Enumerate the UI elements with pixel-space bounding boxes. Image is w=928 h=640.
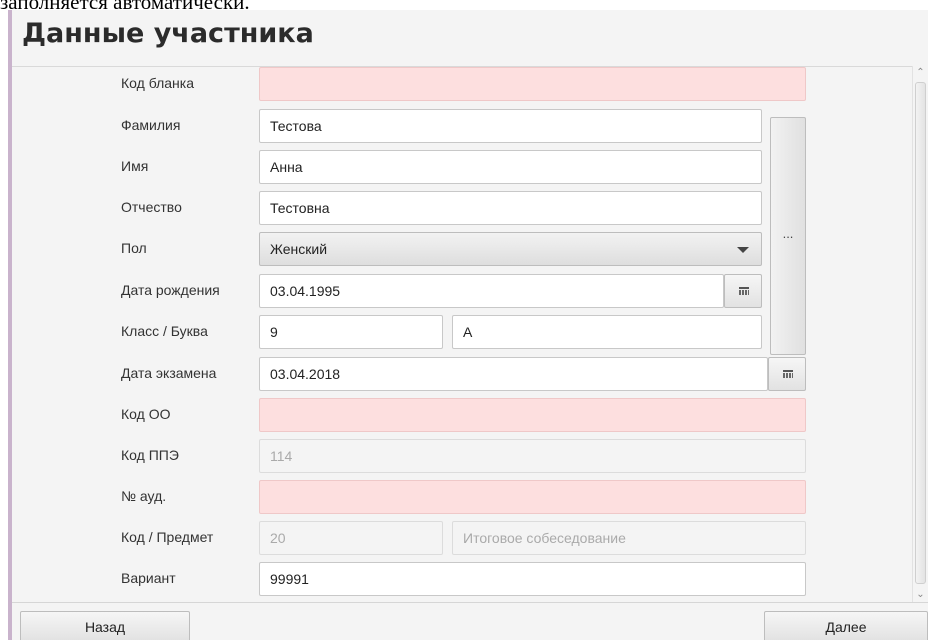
blank-code-input[interactable] xyxy=(259,67,806,101)
calendar-icon xyxy=(739,287,749,295)
label-class-letter: Класс / Буква xyxy=(121,323,208,339)
gender-select[interactable]: Женский xyxy=(259,232,762,266)
calendar-icon xyxy=(783,370,793,378)
label-variant: Вариант xyxy=(121,570,176,586)
patronymic-input[interactable]: Тестовна xyxy=(259,191,762,225)
person-lookup-button[interactable]: ... xyxy=(770,117,806,355)
participant-data-window: Данные участника Код бланка Фамилия Тест… xyxy=(8,10,928,640)
subject-name-input: Итоговое собеседование xyxy=(452,521,806,555)
label-gender: Пол xyxy=(121,240,147,256)
label-birth-date: Дата рождения xyxy=(121,282,220,298)
ppe-code-input: 114 xyxy=(259,439,806,473)
variant-input[interactable]: 99991 xyxy=(259,562,806,596)
label-auditorium: № ауд. xyxy=(121,488,167,504)
oo-code-input[interactable] xyxy=(259,398,806,432)
name-input[interactable]: Анна xyxy=(259,150,762,184)
label-ppe-code: Код ППЭ xyxy=(121,447,179,463)
surname-input[interactable]: Тестова xyxy=(259,109,762,143)
page-title: Данные участника xyxy=(22,18,314,49)
next-button[interactable]: Далее xyxy=(764,611,928,640)
birth-date-input[interactable]: 03.04.1995 xyxy=(259,274,724,308)
class-input[interactable]: 9 xyxy=(259,315,443,349)
letter-input[interactable]: А xyxy=(452,315,762,349)
label-surname: Фамилия xyxy=(121,117,181,133)
birth-date-calendar-button[interactable] xyxy=(724,274,762,308)
chevron-down-icon xyxy=(737,247,749,253)
exam-date-calendar-button[interactable] xyxy=(768,357,806,391)
form-area: Код бланка Фамилия Тестова Имя Анна Отче… xyxy=(12,66,912,602)
gender-select-value: Женский xyxy=(270,241,328,257)
subject-code-input: 20 xyxy=(259,521,443,555)
auditorium-input[interactable] xyxy=(259,480,806,514)
vertical-scrollbar[interactable]: ⌃ ⌄ xyxy=(912,66,928,602)
label-patronymic: Отчество xyxy=(121,199,182,215)
label-name: Имя xyxy=(121,158,149,174)
label-exam-date: Дата экзамена xyxy=(121,365,217,381)
back-button[interactable]: Назад xyxy=(20,611,190,640)
header: Данные участника xyxy=(12,10,928,66)
label-blank-code: Код бланка xyxy=(121,75,194,91)
label-oo-code: Код ОО xyxy=(121,406,171,422)
arrow-down-icon[interactable]: ⌄ xyxy=(913,588,928,602)
exam-date-input[interactable]: 03.04.2018 xyxy=(259,357,768,391)
label-subject: Код / Предмет xyxy=(121,529,214,545)
scrollbar-thumb[interactable] xyxy=(915,82,926,584)
arrow-up-icon[interactable]: ⌃ xyxy=(913,66,928,80)
footer: Назад Далее xyxy=(12,602,928,640)
